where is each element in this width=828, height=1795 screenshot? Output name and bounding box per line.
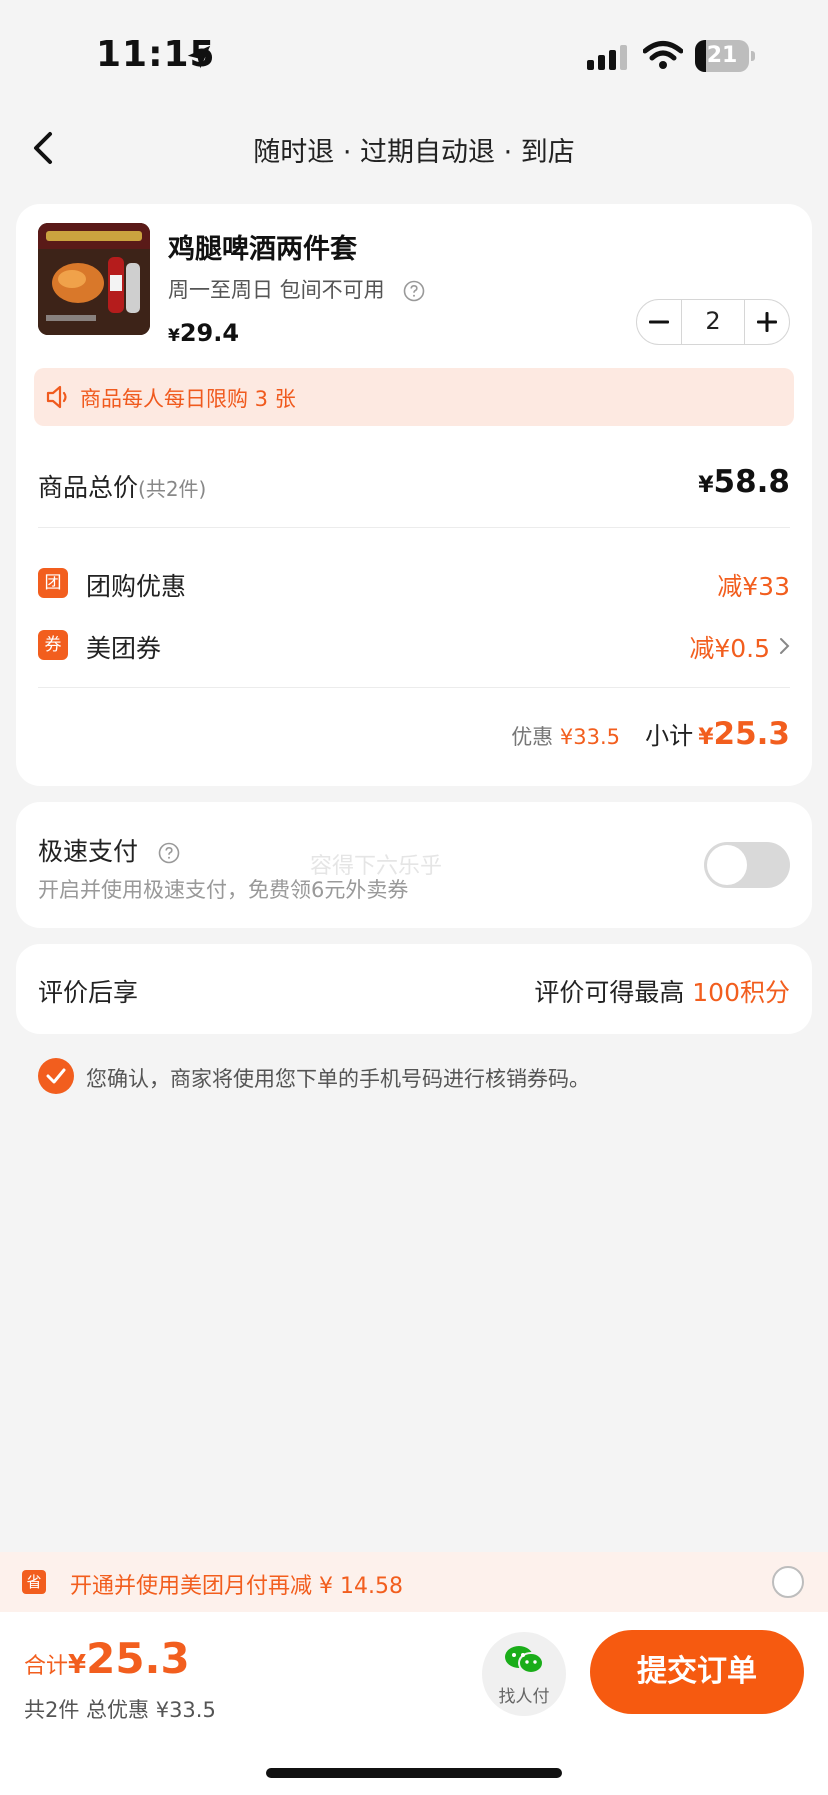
wifi-icon (643, 41, 683, 69)
product-price: ¥29.4 (168, 319, 239, 347)
wechat-icon (505, 1646, 544, 1674)
battery-level-text: 21 (706, 43, 738, 68)
status-bar: 11:15 21 (0, 0, 828, 110)
product-rule-text: 周一至周日 包间不可用 (168, 278, 385, 302)
product-name: 鸡腿啤酒两件套 (168, 234, 357, 265)
confirm-text: 您确认，商家将使用您下单的手机号码进行核销券码。 (86, 1067, 590, 1091)
goods-total-label: 商品总价(共2件) (38, 473, 207, 502)
cellular-signal-icon (587, 45, 627, 70)
subtotal-row: 优惠 ¥33.5 小计 ¥25.3 (38, 716, 790, 762)
review-reward-text: 评价可得最高 100积分 (534, 978, 790, 1007)
coupon-badge-icon: 券 (38, 630, 68, 660)
quantity-value[interactable]: 2 (681, 300, 745, 344)
minus-icon (649, 320, 669, 324)
home-indicator (266, 1768, 562, 1778)
pay-for-me-button[interactable]: 找人付 (482, 1632, 566, 1716)
help-circle-icon[interactable] (403, 280, 425, 302)
divider (38, 527, 790, 528)
battery-indicator: 21 (695, 40, 755, 72)
order-total-value: 25.3 (86, 1634, 190, 1683)
order-card: 鸡腿啤酒两件套 周一至周日 包间不可用 ¥29.4 2 商品每人每日限购 3 张… (16, 204, 812, 786)
review-points: 100积分 (692, 978, 790, 1007)
promo-text: 开通并使用美团月付再减 ¥ 14.58 (70, 1574, 403, 1599)
monthly-pay-promo[interactable]: 省 开通并使用美团月付再减 ¥ 14.58 (0, 1552, 828, 1612)
product-image[interactable] (38, 223, 150, 335)
goods-total-value: ¥58.8 (698, 464, 790, 500)
phone-confirm-row: 您确认，商家将使用您下单的手机号码进行核销券码。 (38, 1058, 798, 1096)
pay-for-me-label: 找人付 (498, 1687, 550, 1707)
save-badge-icon: 省 (22, 1570, 46, 1594)
discount-value: 减¥0.5 (689, 634, 770, 663)
review-reward-card: 评价后享 评价可得最高 100积分 (16, 944, 812, 1034)
discount-label: 美团券 (86, 634, 162, 663)
price-symbol: ¥ (168, 326, 180, 346)
chevron-right-icon (780, 638, 790, 654)
purchase-limit-notice: 商品每人每日限购 3 张 (34, 368, 794, 426)
discount-row-coupon[interactable]: 券 美团券 减¥0.5 (38, 624, 790, 664)
subtotal-value: ¥25.3 (698, 716, 790, 752)
goods-total-row: 商品总价(共2件) ¥58.8 (38, 464, 790, 504)
location-arrow-icon (187, 45, 211, 69)
page-title: 随时退 · 过期自动退 · 到店 (253, 137, 575, 168)
confirm-checkbox[interactable] (38, 1058, 74, 1094)
decrease-button[interactable] (637, 300, 681, 344)
quantity-stepper: 2 (636, 299, 790, 345)
order-total: 合计¥25.3 (24, 1634, 190, 1683)
fast-pay-card: 极速支付 开启并使用极速支付，免费领6元外卖券 容得下六乐乎 (16, 802, 812, 928)
subtotal-label: 小计 (645, 722, 694, 750)
goods-count: (共2件) (138, 477, 207, 501)
increase-button[interactable] (745, 300, 789, 344)
checkmark-icon (46, 1068, 66, 1084)
price-value: 29.4 (179, 319, 240, 347)
saved-amount: 优惠 ¥33.5 (511, 725, 620, 749)
watermark: 容得下六乐乎 (310, 854, 443, 879)
divider (38, 687, 790, 688)
discount-value: 减¥33 (717, 572, 790, 601)
toggle-knob (707, 845, 747, 885)
review-title: 评价后享 (38, 978, 139, 1007)
group-buy-badge-icon: 团 (38, 568, 68, 598)
fast-pay-title: 极速支付 (38, 832, 180, 868)
submit-order-button[interactable]: 提交订单 (590, 1630, 804, 1714)
order-total-label: 合计 (24, 1654, 69, 1679)
order-total-summary: 共2件 总优惠 ¥33.5 (24, 1698, 216, 1722)
nav-bar: 随时退 · 过期自动退 · 到店 (0, 110, 828, 186)
product-usage-rule: 周一至周日 包间不可用 (168, 274, 425, 304)
fast-pay-toggle[interactable] (704, 842, 790, 888)
speaker-icon (46, 385, 67, 409)
discount-row-group-buy: 团 团购优惠 减¥33 (38, 562, 790, 602)
plus-icon (757, 312, 777, 332)
promo-radio[interactable] (772, 1566, 804, 1598)
limit-text: 商品每人每日限购 3 张 (80, 387, 296, 411)
help-circle-icon[interactable] (158, 842, 180, 864)
discount-label: 团购优惠 (86, 572, 187, 601)
